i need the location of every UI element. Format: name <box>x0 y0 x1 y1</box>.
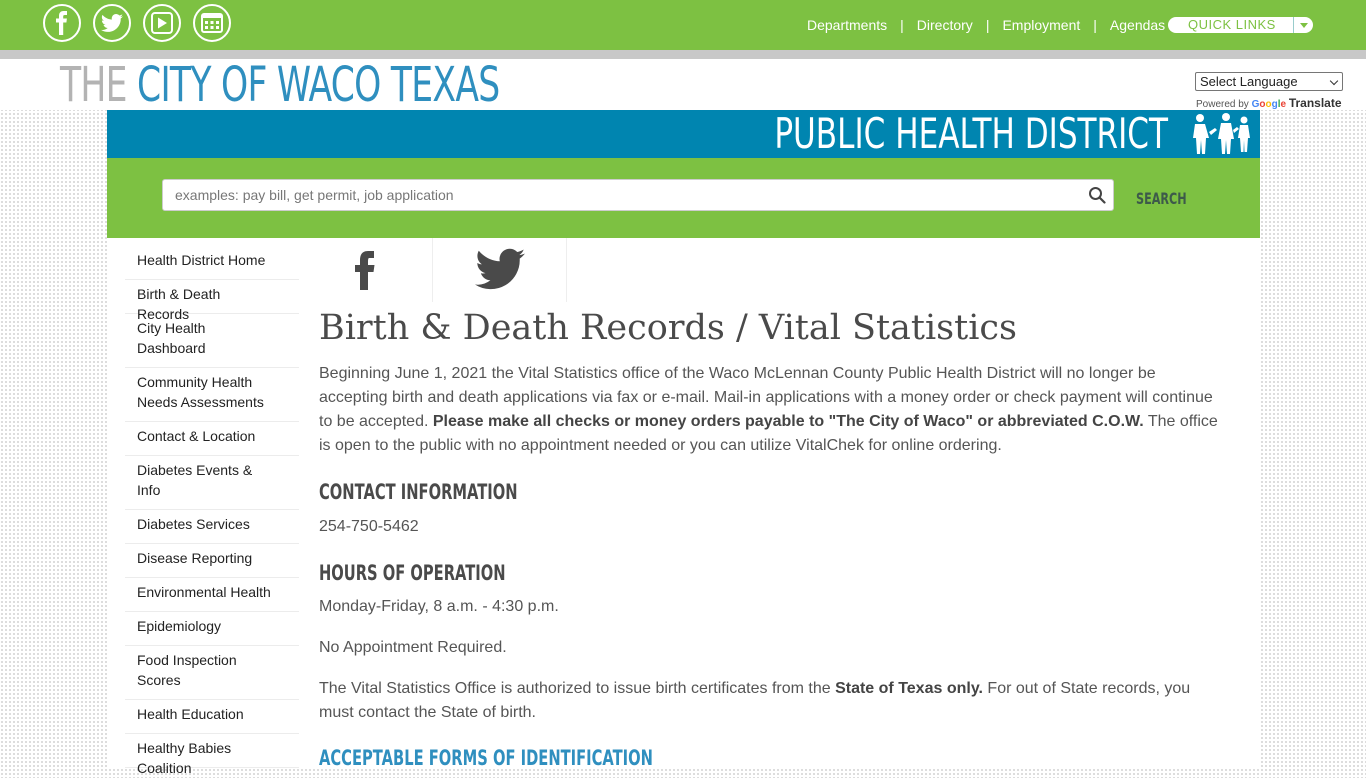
nav-separator: | <box>985 17 990 33</box>
facebook-icon[interactable] <box>43 4 81 42</box>
identification-heading: ACCEPTABLE FORMS OF IDENTIFICATION <box>319 746 653 770</box>
sidebar-item-healthy-babies[interactable]: Healthy Babies Coalition <box>125 734 299 776</box>
banner-title: PUBLIC HEALTH DISTRICT <box>774 109 1168 158</box>
sidebar-item-food-inspection-scores[interactable]: Food Inspection Scores <box>125 646 299 700</box>
sidebar-item-diabetes-events[interactable]: Diabetes Events & Info <box>125 456 299 510</box>
facebook-icon <box>355 251 375 290</box>
sidebar-item-label: Diabetes Services <box>137 516 250 532</box>
intro-paragraph: Beginning June 1, 2021 the Vital Statist… <box>319 362 1219 458</box>
sidebar-item-disease-reporting[interactable]: Disease Reporting <box>125 544 299 578</box>
sidebar-item-health-education[interactable]: Health Education <box>125 700 299 734</box>
sidebar-item-label: Environmental Health <box>137 584 271 600</box>
share-twitter-button[interactable] <box>432 238 567 302</box>
sidebar-item-label: Health Education <box>137 706 244 722</box>
language-select[interactable]: Select Language <box>1195 72 1343 91</box>
quick-links-label: QUICK LINKS <box>1188 17 1276 32</box>
search-icon[interactable] <box>1088 186 1106 204</box>
sidebar-item-label: Community Health Needs Assessments <box>137 374 264 410</box>
powered-by-google-translate: Powered by Google Translate <box>1196 96 1342 110</box>
sidebar-item-birth-death-records[interactable]: Birth & Death Records <box>125 280 299 322</box>
intro-bold-text: Please make all checks or money orders p… <box>432 413 1144 430</box>
authorization-text: The Vital Statistics Office is authorize… <box>319 680 836 697</box>
sidebar-item-contact-location[interactable]: Contact & Location <box>125 422 299 456</box>
chevron-down-icon[interactable] <box>1293 17 1313 33</box>
people-icon <box>1193 113 1250 154</box>
sidebar-item-diabetes-services[interactable]: Diabetes Services <box>125 510 299 544</box>
sidebar-item-label: Epidemiology <box>137 618 222 634</box>
nav-separator: | <box>900 17 904 33</box>
sidebar-item-label: Health District Home <box>137 252 266 268</box>
search-input[interactable] <box>162 179 1114 211</box>
sidebar-item-epidemiology[interactable]: Epidemiology <box>125 612 299 646</box>
hours-text: Monday-Friday, 8 a.m. - 4:30 p.m. <box>319 598 559 615</box>
top-navigation: Departments | Directory | Employment | A… <box>807 16 1165 34</box>
nav-agendas-link[interactable]: Agendas <box>1110 17 1165 33</box>
top-bar: Departments | Directory | Employment | A… <box>0 0 1366 50</box>
department-banner: PUBLIC HEALTH DISTRICT <box>107 110 1260 158</box>
contact-heading: CONTACT INFORMATION <box>319 480 518 504</box>
sidebar-item-city-health-dashboard[interactable]: City Health Dashboard <box>125 314 299 368</box>
authorization-bold-text: State of Texas only. <box>835 680 983 697</box>
google-logo[interactable]: Google <box>1252 99 1286 110</box>
phone-number: 254-750-5462 <box>319 518 419 535</box>
share-facebook-button[interactable] <box>300 238 433 302</box>
sidebar-item-label: Food Inspection Scores <box>137 652 237 688</box>
hours-heading: HOURS OF OPERATION <box>319 561 506 585</box>
logo-the: THE <box>60 57 138 113</box>
sidebar-item-label: Diabetes Events & Info <box>137 462 253 498</box>
city-logo[interactable]: THE CITY OF WACO TEXAS <box>60 56 500 114</box>
nav-employment-link[interactable]: Employment <box>1002 17 1080 33</box>
twitter-icon[interactable] <box>93 4 131 42</box>
authorization-paragraph: The Vital Statistics Office is authorize… <box>319 677 1219 725</box>
sidebar-item-environmental-health[interactable]: Environmental Health <box>125 578 299 612</box>
language-select-value: Select Language <box>1200 74 1298 89</box>
search-button[interactable]: SEARCH <box>1136 186 1187 210</box>
sidebar-item-label: Contact & Location <box>137 428 256 444</box>
sidebar-item-label: Disease Reporting <box>137 550 253 566</box>
nav-directory-link[interactable]: Directory <box>917 17 973 33</box>
nav-separator: | <box>1093 17 1097 33</box>
nav-departments-link[interactable]: Departments <box>807 17 887 33</box>
calendar-icon[interactable] <box>193 4 231 42</box>
translate-link[interactable]: Translate <box>1289 96 1342 110</box>
video-play-icon[interactable] <box>143 4 181 42</box>
quick-links-dropdown[interactable]: QUICK LINKS <box>1168 17 1313 33</box>
sidebar-item-health-district-home[interactable]: Health District Home <box>125 246 299 280</box>
no-appointment-text: No Appointment Required. <box>319 639 507 656</box>
page-title: Birth & Death Records / Vital Statistics <box>319 308 1017 348</box>
powered-by-label: Powered by <box>1196 99 1252 110</box>
twitter-icon <box>475 248 525 290</box>
sidebar-item-label: Healthy Babies Coalition <box>137 740 232 776</box>
sidebar-item-label: City Health Dashboard <box>137 320 206 356</box>
sidebar-item-community-health-needs[interactable]: Community Health Needs Assessments <box>125 368 299 422</box>
logo-city: CITY OF WACO TEXAS <box>137 57 500 113</box>
